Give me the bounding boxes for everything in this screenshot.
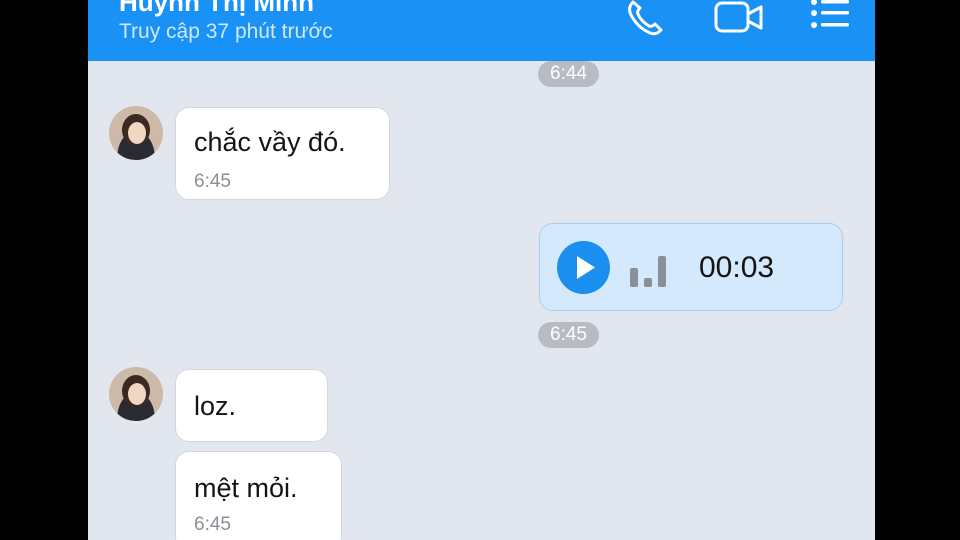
- message-bubble[interactable]: loz.: [175, 369, 328, 442]
- menu-list-icon[interactable]: [808, 0, 852, 32]
- video-call-icon[interactable]: [713, 0, 765, 36]
- waveform-icon: [630, 254, 670, 290]
- play-icon[interactable]: [557, 241, 610, 294]
- chat-header: Huỳnh Thị Minh Truy cập 37 phút trước: [88, 0, 875, 61]
- message-text: mệt mỏi.: [194, 473, 298, 503]
- message-text: chắc vầy đó.: [194, 127, 346, 157]
- message-bubble[interactable]: chắc vầy đó. 6:45: [175, 107, 390, 200]
- message-text: loz.: [194, 391, 237, 421]
- message-time: 6:45: [194, 514, 231, 535]
- message-time: 6:45: [194, 171, 231, 192]
- avatar[interactable]: [109, 106, 163, 160]
- contact-name[interactable]: Huỳnh Thị Minh: [119, 0, 314, 18]
- avatar[interactable]: [109, 367, 163, 421]
- time-divider: 6:44: [538, 61, 599, 87]
- chat-screen: Huỳnh Thị Minh Truy cập 37 phút trước 6:…: [88, 0, 875, 540]
- phone-icon[interactable]: [623, 0, 669, 40]
- time-divider: 6:45: [538, 322, 599, 348]
- message-bubble[interactable]: mệt mỏi. 6:45: [175, 451, 342, 540]
- last-seen-status: Truy cập 37 phút trước: [119, 20, 333, 43]
- voice-message-bubble[interactable]: 00:03: [539, 223, 843, 311]
- voice-duration: 00:03: [699, 251, 775, 284]
